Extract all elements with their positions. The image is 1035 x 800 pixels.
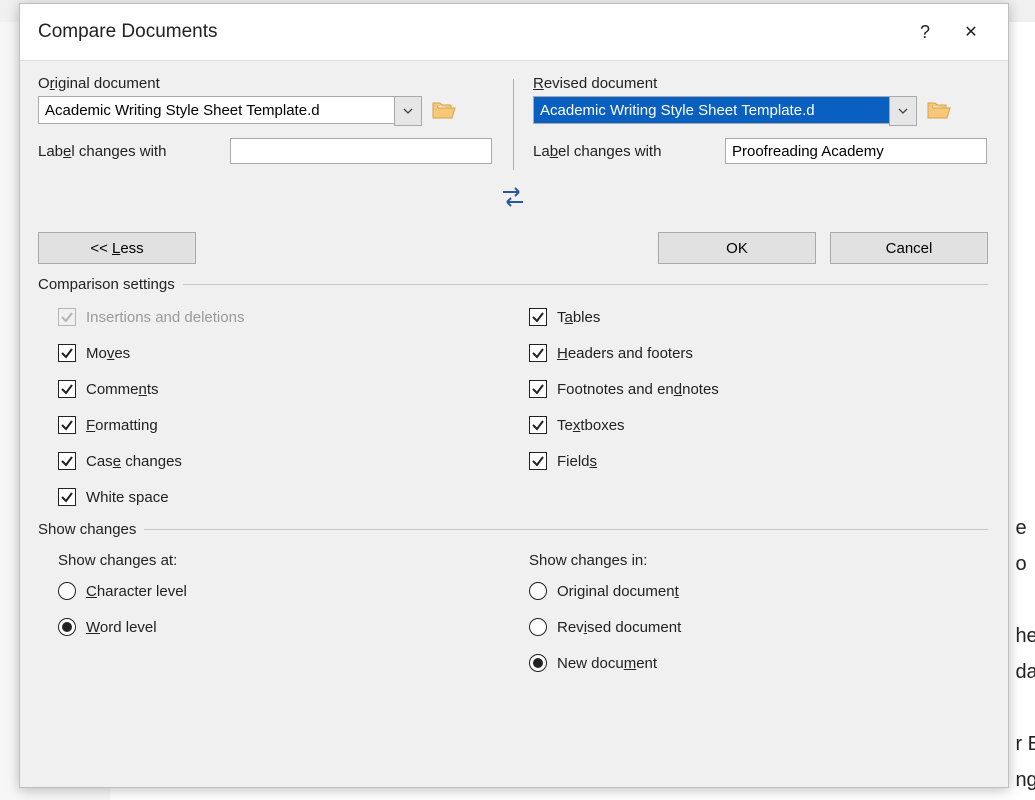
checkmark-icon	[60, 382, 74, 396]
original-document-label: Original document	[38, 75, 495, 92]
revised-label-changes-input[interactable]	[725, 138, 987, 164]
radio-word-level[interactable]	[58, 618, 76, 636]
checkmark-icon	[60, 454, 74, 468]
original-browse-button[interactable]	[432, 100, 456, 120]
checkbox-label-comments: Comments	[86, 381, 159, 398]
radio-row-character-level[interactable]: Character level	[58, 573, 523, 609]
checkbox-white-space[interactable]	[58, 488, 76, 506]
original-document-section: Original document	[38, 75, 513, 164]
radio-row-original-document[interactable]: Original document	[529, 573, 988, 609]
revised-document-dropdown-button[interactable]	[889, 96, 917, 126]
chevron-down-icon	[402, 105, 414, 117]
checkbox-footnotes-endnotes[interactable]	[529, 380, 547, 398]
checkmark-icon	[531, 418, 545, 432]
titlebar: Compare Documents ? ✕	[20, 4, 1008, 61]
help-icon: ?	[920, 22, 930, 43]
checkbox-fields[interactable]	[529, 452, 547, 470]
revised-document-combo[interactable]	[533, 96, 917, 124]
revised-document-input[interactable]	[533, 96, 889, 124]
folder-open-icon	[927, 100, 951, 120]
radio-label-character-level: Character level	[86, 583, 187, 600]
checkbox-row-white-space[interactable]: White space	[58, 479, 523, 515]
radio-label-original-document: Original document	[557, 583, 679, 600]
checkbox-row-moves[interactable]: Moves	[58, 335, 523, 371]
less-button[interactable]: << Less	[38, 232, 196, 264]
revised-document-section: Revised document	[513, 75, 988, 164]
original-label-changes-label: Label changes with	[38, 143, 220, 160]
checkmark-icon	[531, 310, 545, 324]
folder-open-icon	[432, 100, 456, 120]
checkmark-icon	[60, 418, 74, 432]
checkbox-insertions-deletions	[58, 308, 76, 326]
revised-browse-button[interactable]	[927, 100, 951, 120]
checkbox-label-tables: Tables	[557, 309, 600, 326]
checkbox-label-moves: Moves	[86, 345, 130, 362]
checkbox-row-comments[interactable]: Comments	[58, 371, 523, 407]
comparison-settings-group: Comparison settings	[38, 276, 988, 293]
original-document-input[interactable]	[38, 96, 394, 124]
checkmark-icon	[531, 346, 545, 360]
close-button[interactable]: ✕	[948, 4, 994, 60]
original-document-combo[interactable]	[38, 96, 422, 124]
original-label-changes-input[interactable]	[230, 138, 492, 164]
swap-documents-button[interactable]	[499, 186, 527, 212]
checkbox-row-insertions-deletions: Insertions and deletions	[58, 299, 523, 335]
close-icon: ✕	[964, 22, 977, 42]
radio-revised-document[interactable]	[529, 618, 547, 636]
checkbox-label-textboxes: Textboxes	[557, 417, 625, 434]
original-document-dropdown-button[interactable]	[394, 96, 422, 126]
radio-row-revised-document[interactable]: Revised document	[529, 609, 988, 645]
checkbox-row-textboxes[interactable]: Textboxes	[529, 407, 988, 443]
radio-label-revised-document: Revised document	[557, 619, 681, 636]
checkmark-icon	[531, 382, 545, 396]
checkbox-row-fields[interactable]: Fields	[529, 443, 988, 479]
chevron-down-icon	[897, 105, 909, 117]
swap-arrows-icon	[499, 186, 527, 208]
revised-document-label: Revised document	[533, 75, 988, 92]
checkmark-icon	[60, 490, 74, 504]
cancel-button[interactable]: Cancel	[830, 232, 988, 264]
radio-label-new-document: New document	[557, 655, 657, 672]
checkbox-label-fields: Fields	[557, 453, 597, 470]
radio-new-document[interactable]	[529, 654, 547, 672]
dialog-title: Compare Documents	[38, 21, 902, 43]
radio-row-new-document[interactable]: New document	[529, 645, 988, 681]
checkbox-row-formatting[interactable]: Formatting	[58, 407, 523, 443]
checkbox-row-tables[interactable]: Tables	[529, 299, 988, 335]
column-divider	[513, 79, 514, 170]
checkbox-formatting[interactable]	[58, 416, 76, 434]
checkbox-case-changes[interactable]	[58, 452, 76, 470]
checkmark-icon	[60, 310, 74, 324]
compare-documents-dialog: Compare Documents ? ✕ Original document	[19, 3, 1009, 788]
checkbox-moves[interactable]	[58, 344, 76, 362]
checkbox-row-footnotes-endnotes[interactable]: Footnotes and endnotes	[529, 371, 988, 407]
show-changes-in-label: Show changes in:	[529, 552, 988, 569]
checkbox-textboxes[interactable]	[529, 416, 547, 434]
checkbox-label-footnotes-endnotes: Footnotes and endnotes	[557, 381, 719, 398]
checkbox-label-white-space: White space	[86, 489, 169, 506]
checkbox-headers-footers[interactable]	[529, 344, 547, 362]
radio-original-document[interactable]	[529, 582, 547, 600]
checkbox-comments[interactable]	[58, 380, 76, 398]
radio-character-level[interactable]	[58, 582, 76, 600]
radio-label-word-level: Word level	[86, 619, 157, 636]
background-page-text: e o he da r E ng	[1015, 510, 1035, 798]
checkbox-label-case-changes: Case changes	[86, 453, 182, 470]
checkbox-label-headers-footers: Headers and footers	[557, 345, 693, 362]
radio-row-word-level[interactable]: Word level	[58, 609, 523, 645]
help-button[interactable]: ?	[902, 4, 948, 60]
show-changes-at-label: Show changes at:	[58, 552, 523, 569]
ok-button[interactable]: OK	[658, 232, 816, 264]
show-changes-group: Show changes	[38, 521, 988, 538]
checkbox-label-insertions-deletions: Insertions and deletions	[86, 309, 244, 326]
checkmark-icon	[531, 454, 545, 468]
revised-label-changes-label: Label changes with	[533, 143, 715, 160]
checkbox-tables[interactable]	[529, 308, 547, 326]
checkbox-row-case-changes[interactable]: Case changes	[58, 443, 523, 479]
checkmark-icon	[60, 346, 74, 360]
checkbox-label-formatting: Formatting	[86, 417, 158, 434]
checkbox-row-headers-footers[interactable]: Headers and footers	[529, 335, 988, 371]
